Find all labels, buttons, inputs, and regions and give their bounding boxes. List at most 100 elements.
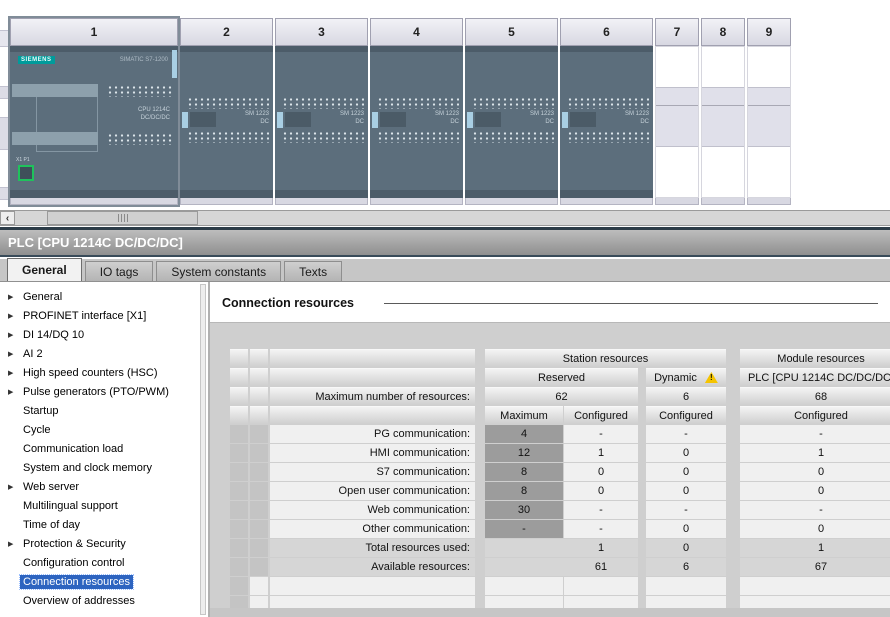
slot-footer	[747, 198, 791, 205]
row-gutter	[230, 501, 248, 519]
sm-module[interactable]: SM 1223DC	[180, 46, 273, 198]
slot-footer	[560, 198, 653, 205]
column-gap	[638, 520, 646, 538]
tab-texts[interactable]: Texts	[284, 261, 342, 281]
table-row: Open user communication:8000	[230, 482, 890, 500]
column-gap	[638, 501, 646, 519]
reserved-configured-value[interactable]: -	[564, 520, 638, 538]
sidebar-item-high-speed-counters-hsc-[interactable]: ▶High speed counters (HSC)	[0, 363, 208, 382]
module-clip	[277, 112, 283, 128]
sidebar-item-protection-security[interactable]: ▶Protection & Security	[0, 534, 208, 553]
empty-slot-band	[656, 87, 698, 147]
row-gutter	[230, 520, 248, 538]
expand-arrow-icon: ▶	[8, 312, 20, 320]
scrollbar-thumb[interactable]	[47, 211, 198, 225]
dynamic-header: Dynamic!	[646, 368, 726, 386]
maximum-column-label: Maximum	[485, 406, 563, 424]
slot-number: 5	[465, 18, 558, 46]
module-bottom-strip	[465, 190, 558, 198]
sidebar-item-cycle[interactable]: Cycle	[0, 420, 208, 439]
reserved-configured-value[interactable]: 0	[564, 463, 638, 481]
column-gap	[726, 520, 740, 538]
sm-label-window	[570, 112, 596, 127]
max-resources-label: Maximum number of resources:	[270, 387, 475, 405]
row-gutter	[230, 425, 248, 443]
reserved-configured-value[interactable]: -	[564, 501, 638, 519]
rack-slot-1[interactable]: 1SIEMENSSIMATIC S7-1200CPU 1214CDC/DC/DC…	[10, 18, 178, 205]
slot-footer	[10, 198, 178, 205]
empty-slot[interactable]	[701, 46, 745, 198]
sidebar-item-communication-load[interactable]: Communication load	[0, 439, 208, 458]
rack-slot-9[interactable]: 9	[747, 18, 791, 205]
slot-footer	[275, 198, 368, 205]
table-cell	[270, 577, 475, 595]
sidebar-scrollbar[interactable]	[200, 284, 206, 615]
sm-module[interactable]: SM 1223DC	[560, 46, 653, 198]
sidebar-item-di-14-dq-10[interactable]: ▶DI 14/DQ 10	[0, 325, 208, 344]
sidebar-item-multilingual-support[interactable]: Multilingual support	[0, 496, 208, 515]
sidebar-item-system-and-clock-memory[interactable]: System and clock memory	[0, 458, 208, 477]
rack-slot-6[interactable]: 6SM 1223DC	[560, 18, 653, 205]
sidebar-item-web-server[interactable]: ▶Web server	[0, 477, 208, 496]
reserved-configured-value[interactable]: 1	[564, 444, 638, 462]
table-row	[230, 577, 890, 595]
sidebar-item-pulse-generators-pto-pwm-[interactable]: ▶Pulse generators (PTO/PWM)	[0, 382, 208, 401]
sidebar-item-configuration-control[interactable]: Configuration control	[0, 553, 208, 572]
slot-number: 9	[747, 18, 791, 46]
sidebar-item-label: Pulse generators (PTO/PWM)	[20, 385, 172, 399]
tab-general[interactable]: General	[7, 258, 82, 281]
sidebar-item-label: Startup	[20, 404, 61, 418]
rack-slot-4[interactable]: 4SM 1223DC	[370, 18, 463, 205]
column-gap	[475, 406, 485, 424]
connection-resources-panel: Station resourcesModule resourcesReserve…	[210, 322, 890, 608]
empty-slot-line	[702, 105, 744, 106]
table-cell	[250, 349, 268, 367]
column-gap	[475, 520, 485, 538]
row-gutter	[230, 482, 248, 500]
tab-io-tags[interactable]: IO tags	[85, 261, 154, 281]
rack-slot-5[interactable]: 5SM 1223DC	[465, 18, 558, 205]
sidebar-item-startup[interactable]: Startup	[0, 401, 208, 420]
sidebar-item-ai-2[interactable]: ▶AI 2	[0, 344, 208, 363]
sidebar-item-profinet-interface-x1-[interactable]: ▶PROFINET interface [X1]	[0, 306, 208, 325]
horizontal-scrollbar[interactable]: ‹	[0, 210, 890, 226]
summary-reserved-number: 1	[564, 542, 638, 554]
empty-slot[interactable]	[747, 46, 791, 198]
rack-slot-2[interactable]: 2SM 1223DC	[180, 18, 273, 205]
table-cell	[250, 558, 268, 576]
reserved-configured-value[interactable]: 0	[564, 482, 638, 500]
warning-icon: !	[705, 372, 718, 383]
sidebar-item-general[interactable]: ▶General	[0, 287, 208, 306]
sidebar-item-connection-resources[interactable]: Connection resources	[0, 572, 208, 591]
sidebar-item-label: PROFINET interface [X1]	[20, 309, 149, 323]
sm-module[interactable]: SM 1223DC	[275, 46, 368, 198]
sidebar-item-time-of-day[interactable]: Time of day	[0, 515, 208, 534]
sm-module[interactable]: SM 1223DC	[370, 46, 463, 198]
profinet-port[interactable]	[18, 165, 34, 181]
tab-system-constants[interactable]: System constants	[156, 261, 281, 281]
properties-titlebar[interactable]: PLC [CPU 1214C DC/DC/DC]	[0, 230, 890, 257]
module-configured-label: Configured	[740, 406, 890, 424]
slot-footer	[180, 198, 273, 205]
cpu-module[interactable]: SIEMENSSIMATIC S7-1200CPU 1214CDC/DC/DCX…	[10, 46, 178, 198]
rack-slot-3[interactable]: 3SM 1223DC	[275, 18, 368, 205]
sidebar-item-overview-of-addresses[interactable]: Overview of addresses	[0, 591, 208, 610]
rack-slot-8[interactable]: 8	[701, 18, 745, 205]
slot-body	[655, 46, 699, 198]
empty-slot[interactable]	[655, 46, 699, 198]
terminal-band-bottom	[12, 132, 98, 145]
column-gap	[475, 501, 485, 519]
rack-slot-7[interactable]: 7	[655, 18, 699, 205]
expand-arrow-icon: ▶	[8, 540, 20, 548]
reserved-configured-value[interactable]: -	[564, 425, 638, 443]
module-configured-value: 0	[740, 482, 890, 500]
column-gap	[726, 463, 740, 481]
section-title-rule	[384, 303, 878, 304]
simatic-series-label: SIMATIC S7-1200	[120, 57, 168, 63]
table-cell	[270, 406, 475, 424]
dynamic-configured-value: 0	[646, 482, 726, 500]
scroll-left-button[interactable]: ‹	[0, 211, 15, 225]
module-clip	[467, 112, 473, 128]
sm-module[interactable]: SM 1223DC	[465, 46, 558, 198]
table-cell	[564, 596, 638, 608]
